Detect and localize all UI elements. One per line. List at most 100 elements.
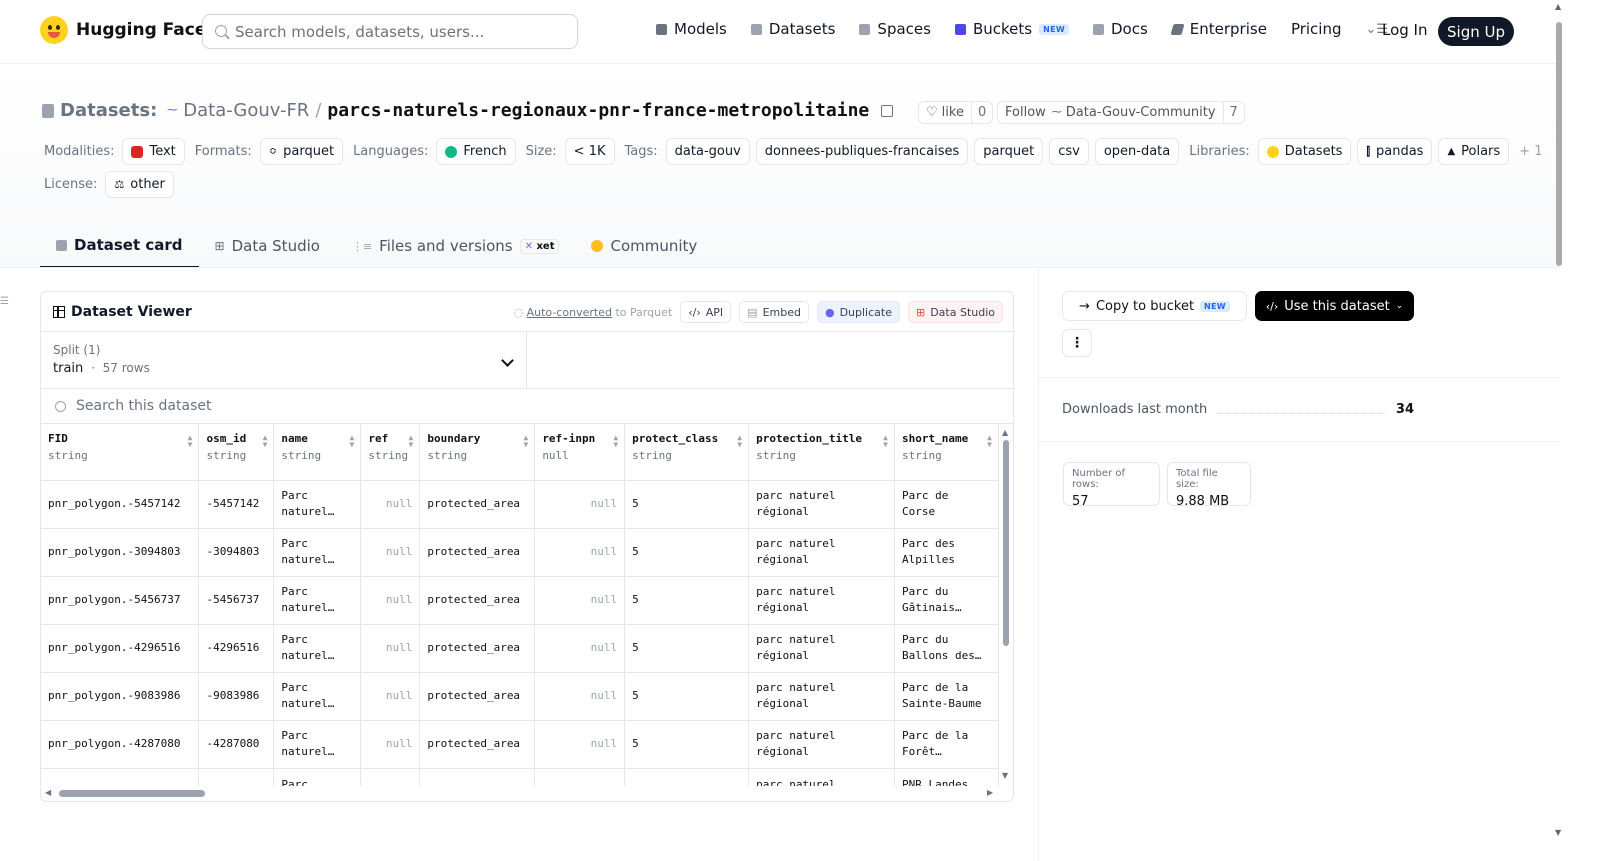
column-header[interactable]: boundary string ▲ ▼ [419,424,536,481]
repo-type-label[interactable]: Datasets: [60,100,157,121]
table-cell[interactable]: -5456737 [198,576,275,625]
table-cell[interactable]: null [534,672,626,721]
table-cell[interactable]: Parc naturel… [273,528,362,577]
table-cell[interactable]: pnr_polygon.-3094803 [41,528,200,577]
scroll-up-icon[interactable]: ▲ [1002,428,1008,437]
search-input[interactable] [235,15,565,48]
table-cell[interactable]: null [534,624,626,673]
table-cell[interactable]: protected_area [419,576,536,625]
table-cell[interactable]: parc naturel régional [748,480,895,529]
sort-icon[interactable]: ▲ ▼ [409,434,414,449]
repo-name[interactable]: parcs-naturels-regionaux-pnr-france-metr… [327,100,869,121]
table-cell[interactable] [198,768,275,786]
scroll-up-icon[interactable]: ▲ [1555,2,1561,11]
table-cell[interactable]: PNR Landes [894,768,999,786]
column-header[interactable]: ref-inpn null ▲ ▼ [534,424,626,481]
table-cell[interactable]: null [534,480,626,529]
table-row[interactable]: pnr_polygon.-5457142 -5457142 Parc naturel… [41,480,999,529]
sort-icon[interactable]: ▲ ▼ [987,434,992,449]
table-cell[interactable]: protected_area [419,624,536,673]
sort-icon[interactable]: ▲ ▼ [613,434,618,449]
duplicate-button[interactable]: ● Duplicate [816,301,900,323]
split-selector[interactable]: Split (1) train · 57 rows [41,332,527,388]
table-row[interactable]: pnr_polygon.-5456737 -5456737 Parc naturel… [41,576,999,625]
table-cell[interactable]: pnr_polygon.-5456737 [41,576,200,625]
table-cell[interactable]: protected_area [419,480,536,529]
scroll-thumb[interactable] [59,790,205,797]
signup-button[interactable]: Sign Up [1438,17,1514,46]
autoconverted-link[interactable]: Auto-converted [527,306,612,319]
scroll-right-icon[interactable]: ▶ [987,788,993,797]
tab-data-studio[interactable]: ⊞ Data Studio [199,224,336,268]
table-row[interactable]: pnr_polygon.-4287080 -4287080 Parc naturel… [41,720,999,769]
sort-icon[interactable]: ▲ ▼ [263,434,268,449]
column-header[interactable]: name string ▲ ▼ [273,424,362,481]
copy-to-bucket-button[interactable]: → Copy to bucket NEW [1062,291,1247,321]
table-cell[interactable]: parc naturel régional [748,672,895,721]
table-cell[interactable]: Parc [273,768,362,786]
brand-logo[interactable]: Hugging Face [40,16,206,44]
table-cell[interactable]: parc naturel régional [748,528,895,577]
nav-buckets[interactable]: Buckets NEW [954,20,1069,38]
column-header[interactable]: short_name string ▲ ▼ [894,424,999,481]
global-search[interactable] [202,14,578,49]
column-header[interactable]: protect_class string ▲ ▼ [624,424,750,481]
table-cell[interactable] [419,768,536,786]
repo-org[interactable]: Data-Gouv-FR [183,100,309,121]
sort-icon[interactable]: ▲ ▼ [737,434,742,449]
tag-language-french[interactable]: French [436,138,516,165]
column-header[interactable]: osm_id string ▲ ▼ [198,424,275,481]
sort-icon[interactable]: ▲ ▼ [883,434,888,449]
table-cell[interactable]: pnr_polygon.-5457142 [41,480,200,529]
table-row[interactable]: pnr_polygon.-4296516 -4296516 Parc naturel… [41,624,999,673]
table-cell[interactable] [41,768,200,786]
table-cell[interactable]: parc naturel régional [748,720,895,769]
table-cell[interactable]: Parc des Alpilles [894,528,999,577]
table-row[interactable]: pnr_polygon.-9083986 -9083986 Parc naturel… [41,672,999,721]
dataset-search[interactable] [41,388,1013,424]
table-cell[interactable]: null [360,576,421,625]
api-button[interactable]: ‹/› API [680,301,732,323]
copy-icon[interactable] [881,104,894,117]
table-cell[interactable]: pnr_polygon.-9083986 [41,672,200,721]
table-cell[interactable]: pnr_polygon.-4287080 [41,720,200,769]
tab-community[interactable]: Community [575,224,713,268]
table-cell[interactable]: parc naturel régional [748,624,895,673]
sort-icon[interactable]: ▲ ▼ [350,434,355,449]
nav-spaces[interactable]: Spaces [859,20,931,38]
table-cell[interactable]: Parc naturel… [273,672,362,721]
embed-button[interactable]: ▤ Embed [739,301,809,323]
table-cell[interactable]: null [360,720,421,769]
page-scrollbar[interactable]: ▲ ▼ [1553,0,1565,861]
scroll-left-icon[interactable]: ◀ [45,788,51,797]
table-cell[interactable]: null [534,528,626,577]
tag-lib-pandas[interactable]: ⫿ pandas [1357,138,1433,165]
table-cell[interactable] [624,768,750,786]
table-cell[interactable]: Parc naturel… [273,480,362,529]
use-this-dataset-button[interactable]: ‹/› Use this dataset ⌄ [1255,291,1414,321]
sort-icon[interactable]: ▲ ▼ [523,434,528,449]
table-cell[interactable]: parc naturel [748,768,895,786]
table-cell[interactable]: pnr_polygon.-4296516 [41,624,200,673]
table-cell[interactable]: 5 [624,720,750,769]
table-cell[interactable]: protected_area [419,528,536,577]
table-cell[interactable]: Parc naturel… [273,624,362,673]
data-studio-button[interactable]: ⊞ Data Studio [907,301,1003,323]
tag-csv[interactable]: csv [1049,138,1089,165]
column-header[interactable]: FID string ▲ ▼ [41,424,200,481]
table-cell[interactable]: null [534,576,626,625]
table-cell[interactable]: null [360,480,421,529]
table-cell[interactable]: 5 [624,480,750,529]
like-button[interactable]: ♡ like 0 [918,101,994,124]
table-cell[interactable]: null [534,720,626,769]
dataset-search-input[interactable] [76,398,956,414]
nav-pricing[interactable]: Pricing [1291,20,1342,38]
column-header[interactable]: protection_title string ▲ ▼ [748,424,895,481]
login-link[interactable]: Log In [1382,21,1428,39]
tag-lib-datasets[interactable]: Datasets [1257,138,1352,165]
table-cell[interactable]: Parc naturel… [273,720,362,769]
follow-button[interactable]: Follow ⁓ Data-Gouv-Community 7 [997,101,1245,124]
scroll-down-icon[interactable]: ▼ [1555,828,1561,837]
table-cell[interactable]: Parc de Corse [894,480,999,529]
table-cell[interactable]: null [360,528,421,577]
